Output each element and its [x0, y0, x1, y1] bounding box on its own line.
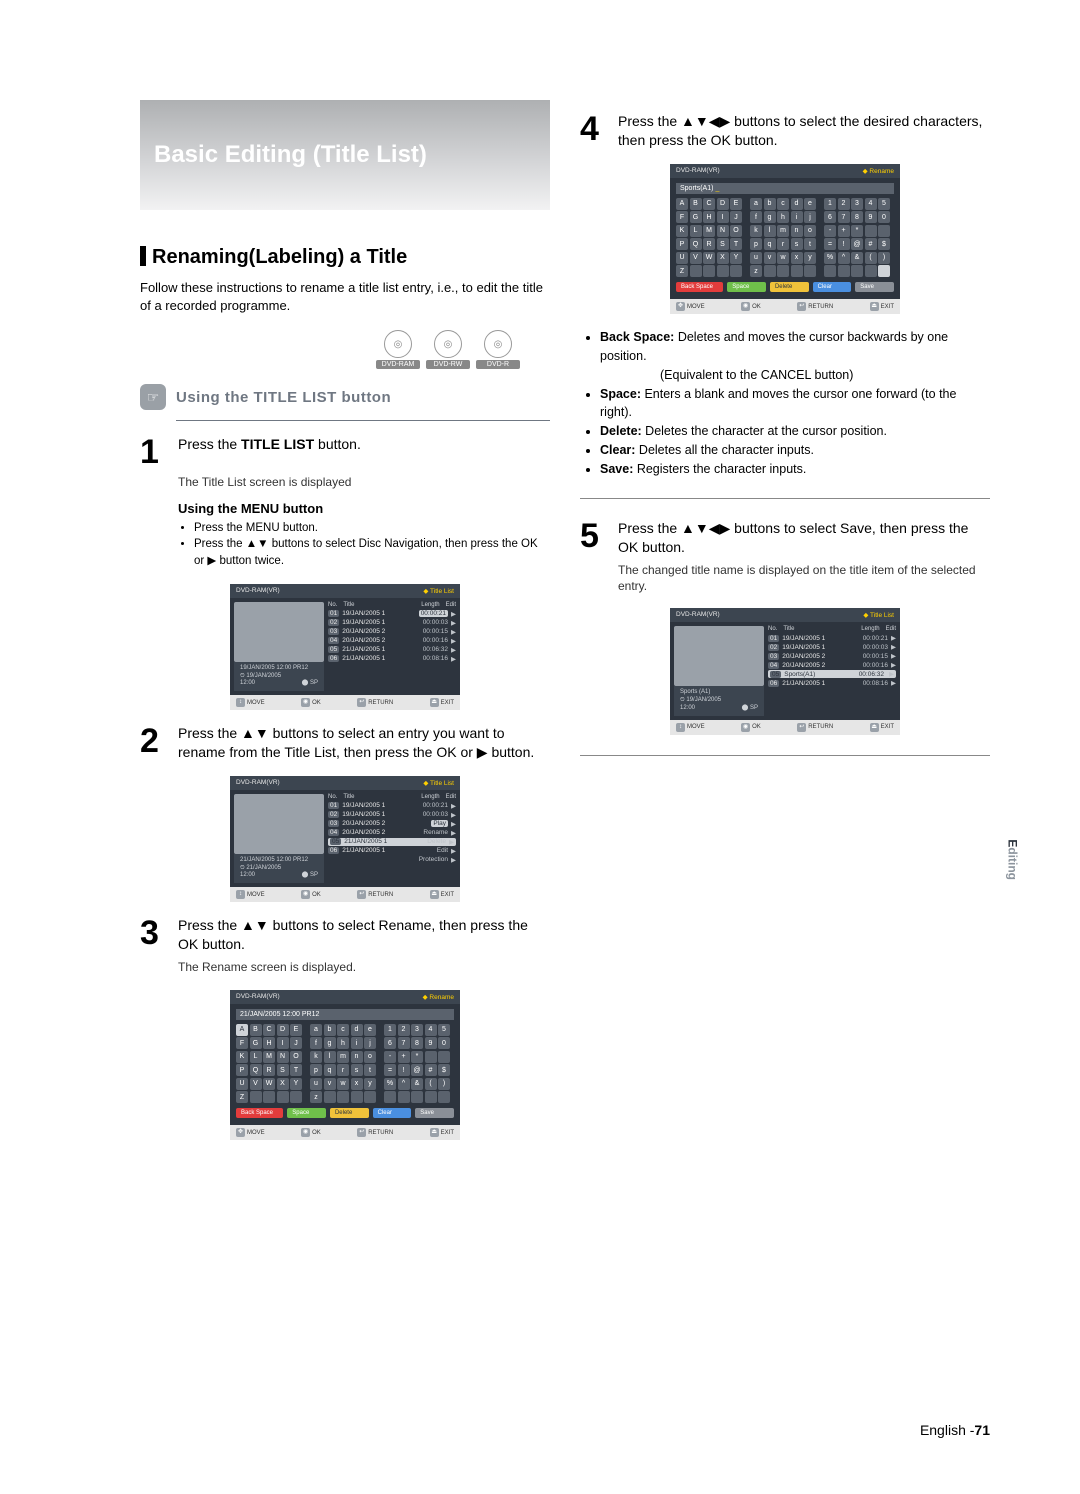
- right-column: 4 Press the ▲▼◀▶ buttons to select the d…: [580, 100, 990, 1154]
- page-footer: English -71: [920, 1422, 990, 1438]
- step-4: 4 Press the ▲▼◀▶ buttons to select the d…: [580, 112, 990, 150]
- disc-dvd-r: ◎DVD-R: [476, 330, 520, 366]
- section-intro: Follow these instructions to rename a ti…: [140, 279, 550, 314]
- disc-dvd-ram: ◎DVD-RAM: [376, 330, 420, 366]
- heading-bar-icon: [140, 246, 146, 266]
- hand-icon: ☞: [140, 384, 166, 410]
- step-5: 5 Press the ▲▼◀▶ buttons to select Save,…: [580, 519, 990, 557]
- button-method-title: Using the TITLE LIST button: [176, 389, 391, 406]
- divider: [580, 755, 990, 756]
- disc-dvd-rw: ◎DVD-RW: [426, 330, 470, 366]
- step-1: 1 Press the TITLE LIST button.: [140, 435, 550, 469]
- using-menu-heading: Using the MENU button: [178, 501, 550, 516]
- step-3: 3 Press the ▲▼ buttons to select Rename,…: [140, 916, 550, 954]
- thumbnail: [234, 602, 324, 662]
- chapter-title: Basic Editing (Title List): [154, 141, 427, 169]
- side-tab: Editing: [1006, 839, 1020, 880]
- osd-rename-1: DVD-RAM(VR)◆ Rename 21/JAN/2005 12:00 PR…: [230, 990, 460, 1141]
- title-rows: 0119/JAN/2005 100:00:21▶0219/JAN/2005 10…: [328, 610, 456, 663]
- menu-substeps: Press the MENU button. Press the ▲▼ butt…: [190, 520, 550, 570]
- manual-page: Basic Editing (Title List) Renaming(Labe…: [0, 0, 1080, 1494]
- osd-title-list-3: DVD-RAM(VR)◆ Title List Sports (A1) ⏲ 19…: [670, 608, 900, 734]
- chapter-banner: Basic Editing (Title List): [140, 100, 550, 210]
- section-heading: Renaming(Labeling) a Title: [140, 246, 550, 269]
- compatible-discs: ◎DVD-RAM ◎DVD-RW ◎DVD-R: [140, 330, 520, 366]
- left-column: Basic Editing (Title List) Renaming(Labe…: [140, 100, 550, 1154]
- osd-title-list-2: DVD-RAM(VR)◆ Title List 21/JAN/2005 12:0…: [230, 776, 460, 902]
- divider: [580, 498, 990, 499]
- osd-title-list-1: DVD-RAM(VR)◆ Title List 19/JAN/2005 12:0…: [230, 584, 460, 710]
- key-definitions: Back Space: Deletes and moves the cursor…: [588, 328, 990, 478]
- step-2: 2 Press the ▲▼ buttons to select an entr…: [140, 724, 550, 762]
- osd-rename-2: DVD-RAM(VR)◆ Rename Sports(A1) ABCDEFGHI…: [670, 164, 900, 315]
